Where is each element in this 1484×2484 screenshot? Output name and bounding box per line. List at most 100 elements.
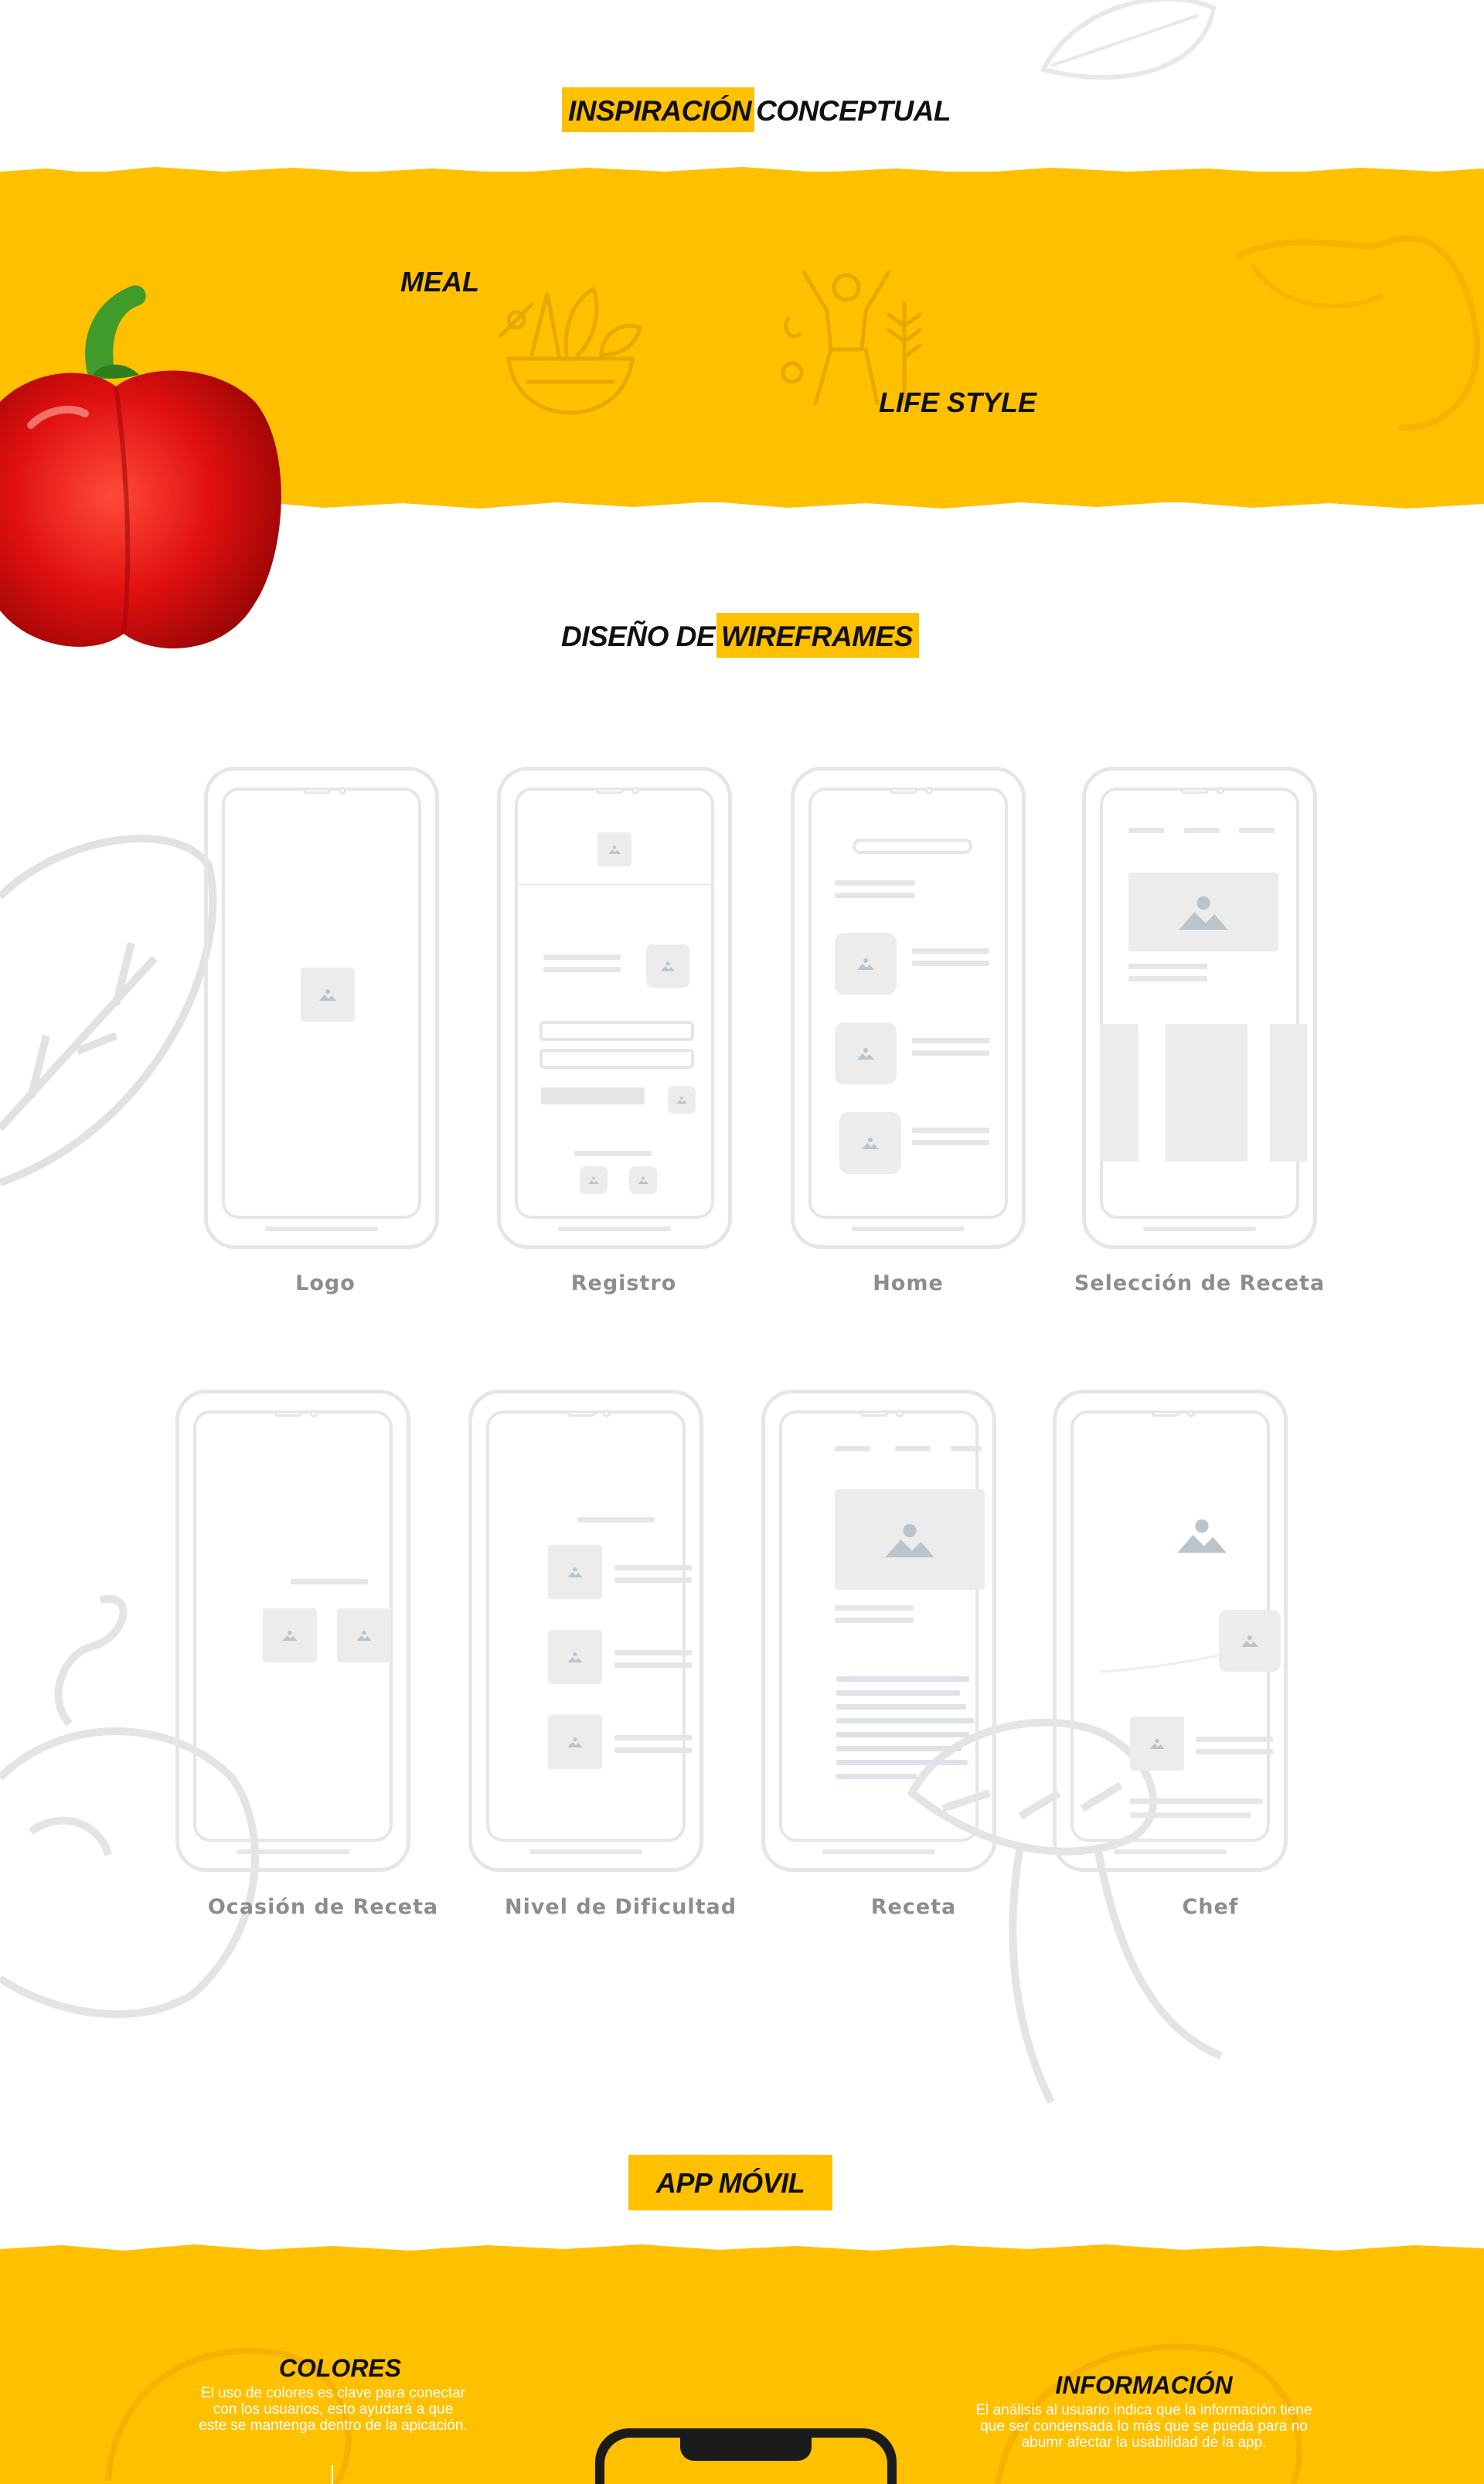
recipe-thumb-placeholder (835, 933, 897, 995)
section-title-wireframes: DISEÑO DE WIREFRAMES (556, 613, 919, 658)
recipe-text-line (836, 1760, 968, 1765)
image-placeholder-icon (857, 1048, 874, 1060)
text-line (912, 948, 989, 954)
input-field (539, 1021, 694, 1041)
phone-speaker (567, 1410, 595, 1417)
concept-lifestyle: LIFE STYLE (879, 386, 1037, 418)
text-line (614, 1662, 692, 1668)
text-line (1130, 1798, 1263, 1804)
recipe-text-line (836, 1676, 969, 1682)
search-bar-placeholder (853, 839, 972, 854)
home-indicator (852, 1227, 965, 1231)
phone-camera (1187, 1410, 1195, 1417)
title-plain: DISEÑO DE (561, 621, 716, 652)
torn-edge-top (0, 167, 1484, 182)
phone-speaker (860, 1410, 888, 1417)
card-placeholder (1100, 1024, 1139, 1162)
text-line (614, 1650, 692, 1655)
recipe-text-line (836, 1746, 962, 1751)
tab-line (1239, 828, 1275, 833)
home-indicator (822, 1849, 935, 1854)
title-text: APP MÓVIL (655, 2167, 805, 2199)
text-line (835, 893, 915, 898)
phone-camera (339, 787, 346, 795)
text-line (1128, 964, 1207, 969)
wireframe-label: Nivel de Dificultad (504, 1895, 737, 1919)
divider-line (518, 883, 713, 886)
pepper-sketch-icon (1235, 235, 1481, 431)
red-pepper-image (0, 285, 281, 649)
home-indicator (1143, 1227, 1256, 1231)
image-placeholder-icon (638, 1176, 648, 1184)
home-indicator (237, 1849, 349, 1854)
option-image-placeholder (263, 1608, 317, 1662)
home-indicator (1114, 1849, 1227, 1854)
phone-camera (1217, 787, 1224, 795)
image-placeholder-icon (567, 1652, 583, 1662)
tab-line (1184, 828, 1220, 833)
colores-text: El uso de colores es clave para conectar… (199, 2385, 468, 2434)
card-placeholder (1270, 1024, 1307, 1162)
image-placeholder-icon (1149, 1738, 1165, 1749)
tab-line (835, 1446, 870, 1451)
wireframe-phone-home (791, 767, 1026, 1249)
phone-camera (925, 787, 933, 795)
text-line (835, 1618, 914, 1623)
tab-line (951, 1446, 982, 1451)
wireframe-phone-dificultad (468, 1390, 703, 1872)
phone-mockup (595, 2428, 897, 2484)
recipe-text-line (836, 1690, 960, 1696)
wireframe-label: Home (873, 1271, 944, 1295)
text-line (835, 1605, 914, 1611)
image-placeholder-icon (862, 1138, 879, 1149)
image-placeholder-icon (857, 958, 874, 970)
tab-line (895, 1446, 931, 1451)
image-placeholder-icon (608, 845, 621, 854)
spinach-leaf-sketch (0, 835, 217, 1186)
recipe-text-line (836, 1704, 966, 1710)
image-placeholder-icon (282, 1630, 298, 1641)
phone-speaker (1152, 1410, 1179, 1417)
profile-image-placeholder (646, 944, 689, 988)
wireframe-phone-registro (497, 767, 732, 1249)
phone-speaker (890, 788, 917, 794)
level-image-placeholder (548, 1715, 602, 1769)
phone-camera (310, 1410, 318, 1417)
image-placeholder-icon (567, 1737, 583, 1747)
option-image-placeholder (337, 1608, 391, 1662)
hero-image-placeholder (1128, 873, 1278, 951)
text-line (291, 1579, 368, 1584)
colores-divider (332, 2465, 333, 2484)
phone-mockup-notch (680, 2438, 812, 2461)
text-line (543, 967, 621, 972)
phone-screen (486, 1410, 686, 1842)
wireframe-label: Logo (295, 1271, 356, 1295)
logo-placeholder (597, 832, 631, 866)
wireframe-label: Registro (570, 1271, 677, 1295)
phone-camera (631, 787, 639, 795)
tab-line (1128, 828, 1164, 833)
text-line (614, 1565, 692, 1570)
text-line (543, 954, 621, 960)
image-placeholder-icon (885, 1523, 934, 1557)
vegetable-sketch-right (995, 2343, 1303, 2484)
title-highlight: INSPIRACIÓN (562, 87, 755, 132)
text-line (912, 961, 989, 966)
wireframe-phone-logo (204, 767, 439, 1249)
submit-button-placeholder (541, 1087, 645, 1104)
text-line (912, 1038, 989, 1043)
text-line (835, 880, 915, 886)
text-line (1130, 1812, 1251, 1818)
recipe-text-line (836, 1732, 969, 1737)
logo-placeholder (301, 968, 355, 1022)
text-line (1196, 1737, 1273, 1742)
input-field (539, 1049, 694, 1069)
social-icon-placeholder (629, 1166, 657, 1194)
text-line (614, 1577, 692, 1583)
wireframe-phone-ocasion (175, 1390, 410, 1872)
text-line (1128, 976, 1207, 982)
text-line (912, 1140, 989, 1145)
text-line (614, 1747, 692, 1753)
phone-camera (603, 1410, 611, 1417)
text-line (912, 1128, 989, 1133)
